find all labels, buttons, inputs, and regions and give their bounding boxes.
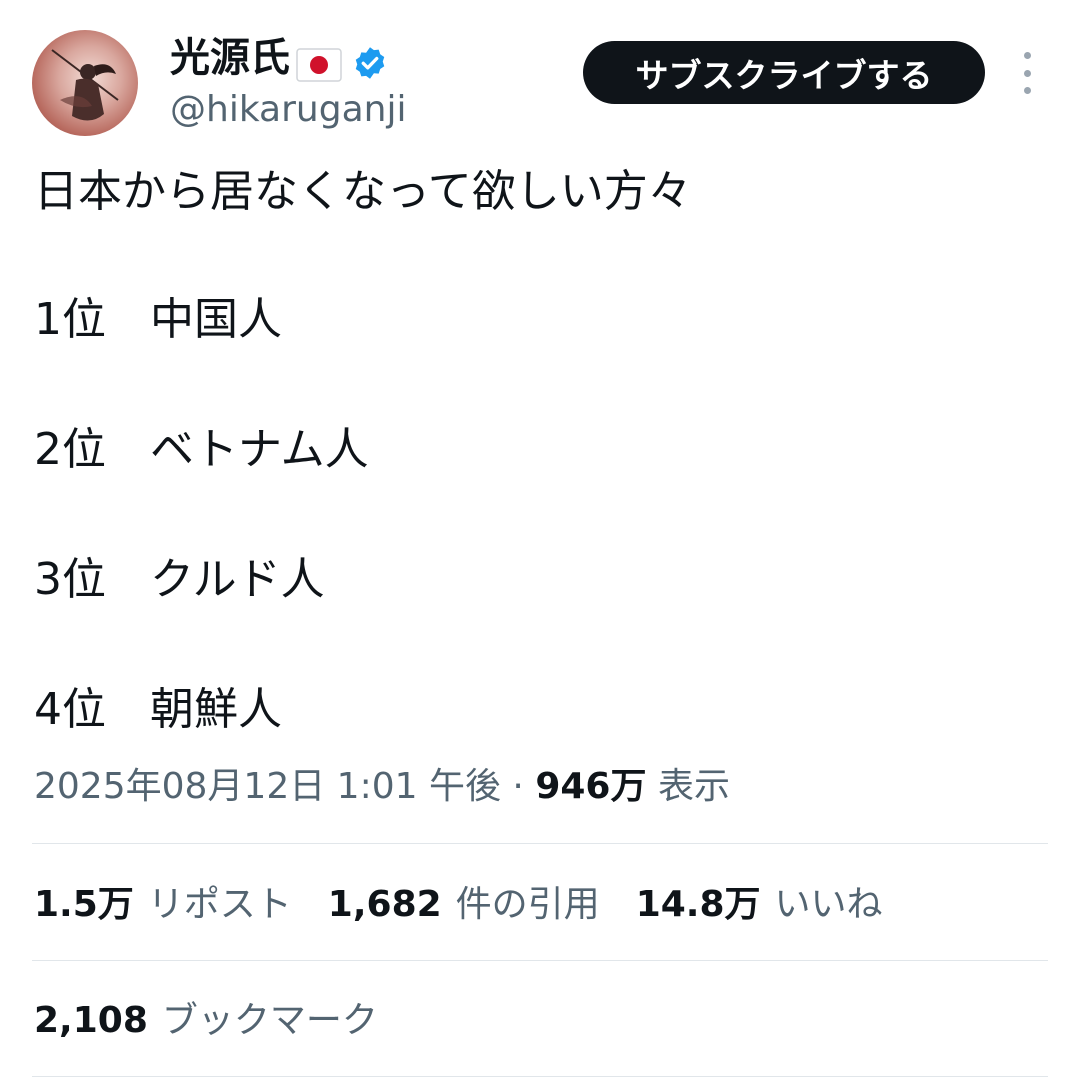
author-handle[interactable]: @hikaruganji (170, 86, 406, 134)
more-dot (1023, 87, 1031, 94)
bookmarks-stat[interactable]: 2,108 ブックマーク (34, 996, 378, 1046)
reposts-count: 1.5万 (34, 884, 134, 925)
rank-name: 中国人 (150, 294, 282, 345)
tweet-intro: 日本から居なくなって欲しい方々 (34, 166, 692, 217)
rank-item: 1位 中国人 (34, 288, 282, 352)
more-options-icon[interactable] (1012, 52, 1042, 94)
avatar[interactable] (32, 30, 138, 136)
rank-name: クルド人 (150, 554, 325, 605)
bookmarks-label: ブックマーク (161, 1000, 378, 1041)
rank-item: 3位 クルド人 (34, 548, 325, 612)
rank-number: 2位 (34, 424, 106, 475)
avatar-image (51, 49, 119, 121)
likes-label: いいね (774, 884, 883, 925)
reposts-label: リポスト (147, 884, 292, 925)
rank-item: 2位 ベトナム人 (34, 418, 369, 482)
quotes-label: 件の引用 (455, 884, 600, 925)
author-display-name[interactable]: 光源氏 (170, 30, 290, 86)
bookmarks-count: 2,108 (34, 1000, 148, 1041)
rank-name: 朝鮮人 (150, 684, 282, 735)
rank-number: 1位 (34, 294, 106, 345)
divider (32, 843, 1048, 844)
divider (32, 1076, 1048, 1077)
engagement-stats: 1.5万 リポスト 1,682 件の引用 14.8万 いいね (34, 880, 919, 930)
rank-number: 4位 (34, 684, 106, 735)
subscribe-button[interactable]: サブスクライブする (583, 41, 985, 104)
likes-stat[interactable]: 14.8万 いいね (636, 880, 883, 930)
rank-name: ベトナム人 (150, 424, 369, 475)
reposts-stat[interactable]: 1.5万 リポスト (34, 880, 292, 930)
divider (32, 960, 1048, 961)
views-count: 946万 (535, 766, 647, 807)
more-dot (1023, 52, 1031, 59)
more-dot (1023, 69, 1031, 77)
quotes-stat[interactable]: 1,682 件の引用 (328, 880, 600, 930)
verified-badge-icon[interactable] (352, 40, 388, 79)
quotes-count: 1,682 (327, 884, 442, 925)
rank-item: 4位 朝鮮人 (34, 678, 282, 742)
meta-separator: · (512, 766, 524, 807)
rank-number: 3位 (34, 554, 106, 605)
tweet-meta: 2025年08月12日 1:01 午後 · 946万 表示 (34, 762, 730, 812)
views-label: 表示 (657, 766, 730, 807)
author-name-row[interactable]: 光源氏 (170, 30, 388, 86)
likes-count: 14.8万 (635, 884, 761, 925)
tweet-timestamp[interactable]: 2025年08月12日 1:01 午後 (34, 766, 501, 807)
japan-flag-icon (296, 41, 342, 82)
